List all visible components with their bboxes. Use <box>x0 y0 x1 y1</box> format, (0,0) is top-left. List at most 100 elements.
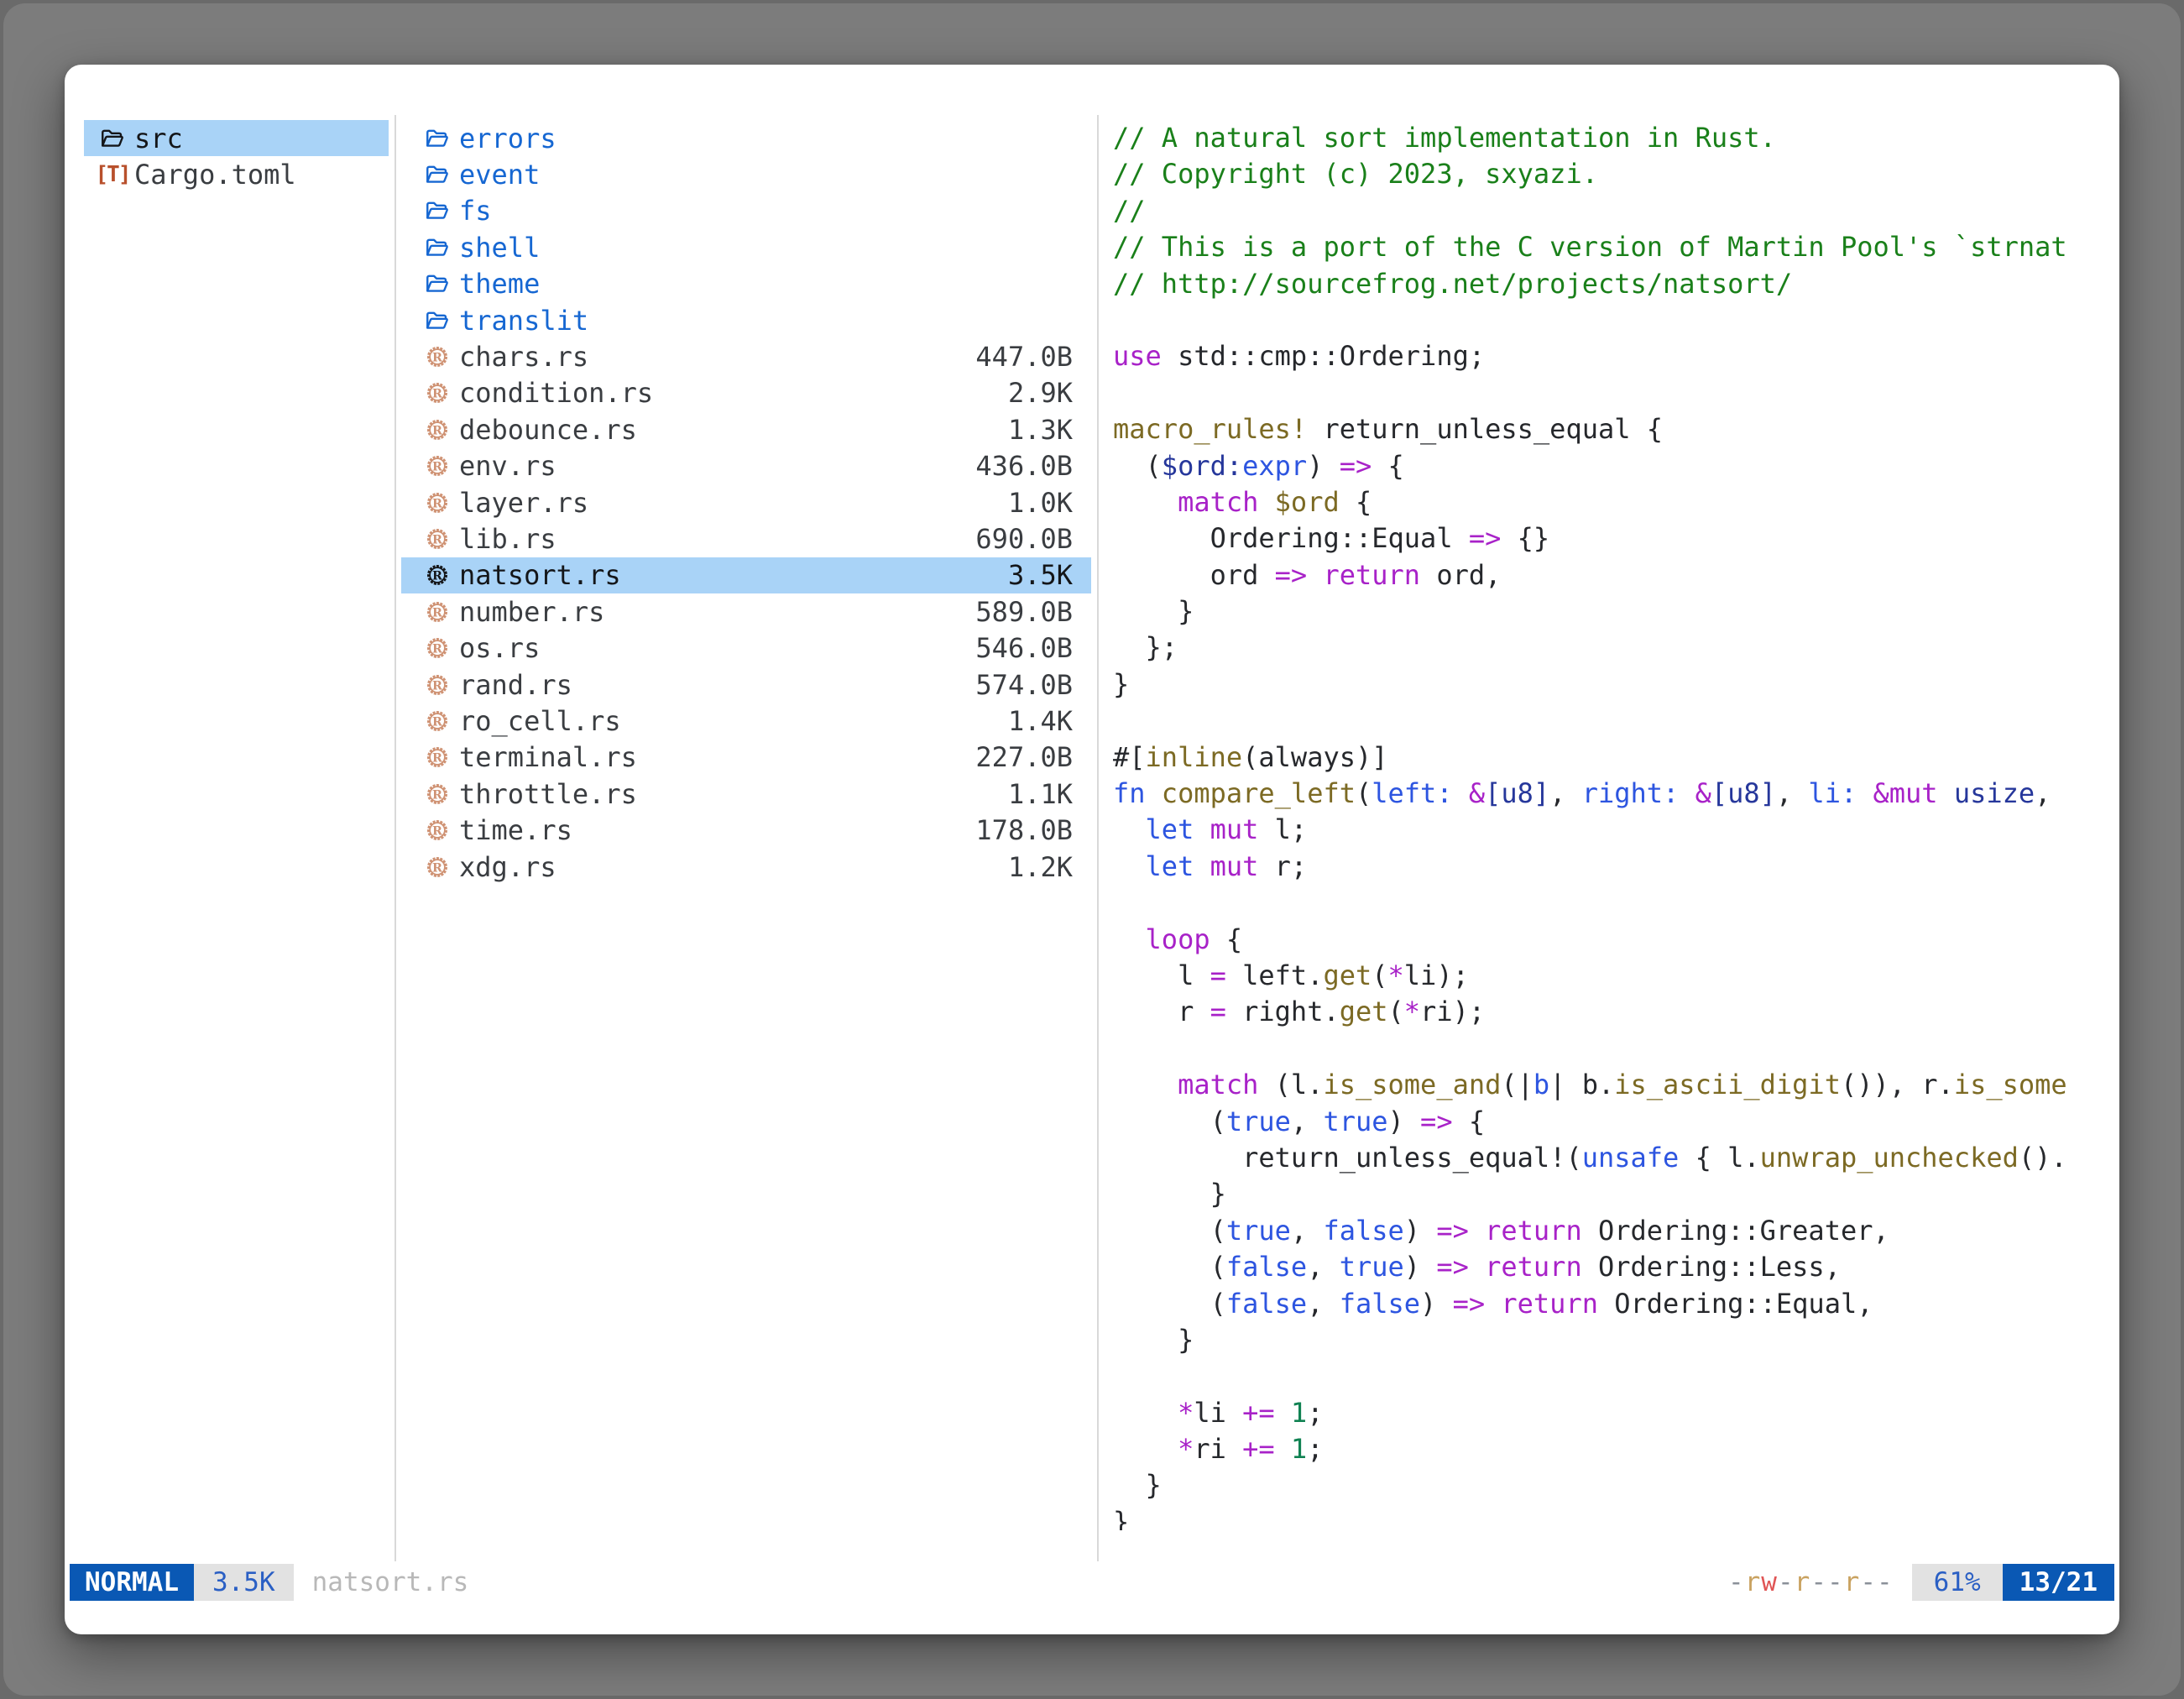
code-token: // A natural sort implementation in Rust… <box>1113 122 1776 154</box>
file-row[interactable]: [T]Cargo.toml <box>84 156 389 192</box>
permission-char: - <box>1827 1567 1844 1597</box>
code-token: += <box>1242 1397 1275 1429</box>
file-row[interactable]: Rnatsort.rs3.5K <box>401 557 1091 593</box>
code-token: // http://sourcefrog.net/projects/natsor… <box>1113 268 1792 300</box>
code-line <box>1113 703 2119 739</box>
code-token: 1 <box>1291 1397 1307 1429</box>
rust-file-icon: R <box>424 635 451 661</box>
folder-row[interactable]: translit <box>401 302 1091 338</box>
file-row[interactable]: Rcondition.rs2.9K <box>401 375 1091 411</box>
code-line: ($ord:expr) => { <box>1113 448 2119 484</box>
code-token <box>1275 1433 1291 1465</box>
code-token: is_some_and <box>1323 1069 1501 1100</box>
code-token <box>1113 923 1146 955</box>
folder-row[interactable]: theme <box>401 266 1091 302</box>
file-row[interactable]: Renv.rs436.0B <box>401 448 1091 484</box>
code-line: (true, false) => return Ordering::Greate… <box>1113 1213 2119 1249</box>
file-row[interactable]: Rterminal.rs227.0B <box>401 740 1091 776</box>
code-token: => <box>1275 559 1308 591</box>
code-token <box>1275 1397 1291 1429</box>
rust-file-icon: R <box>424 708 451 734</box>
code-token <box>1113 1397 1178 1429</box>
permission-char: r <box>1745 1567 1762 1597</box>
code-token: => <box>1436 1251 1469 1283</box>
code-token: , <box>1291 1215 1324 1247</box>
entry-name: os.rs <box>459 632 540 664</box>
code-token: , <box>1307 1251 1340 1283</box>
code-token: expr <box>1242 450 1307 482</box>
svg-text:R: R <box>432 388 443 401</box>
code-token: match <box>1178 1069 1258 1100</box>
code-token <box>1258 486 1274 518</box>
code-token: Ordering::Equal, <box>1598 1288 1873 1320</box>
entry-size: 546.0B <box>975 632 1073 664</box>
code-token: mut <box>1210 850 1259 882</box>
svg-text:R: R <box>432 424 443 437</box>
code-token: ( <box>1388 996 1404 1027</box>
folder-row[interactable]: src <box>84 120 389 156</box>
file-row[interactable]: Ros.rs 546.0B <box>401 630 1091 666</box>
file-row[interactable]: Rnumber.rs589.0B <box>401 593 1091 630</box>
code-token: return <box>1485 1251 1582 1283</box>
code-token: 1 <box>1291 1433 1307 1465</box>
code-line: } <box>1113 1467 2119 1503</box>
file-row[interactable]: Rchars.rs447.0B <box>401 338 1091 374</box>
code-token: ( <box>1113 1251 1226 1283</box>
entry-name: time.rs <box>459 814 572 846</box>
code-token: { <box>1453 1106 1486 1137</box>
code-token: left. <box>1226 959 1324 991</box>
code-token: & <box>1469 777 1485 809</box>
code-token: ( <box>1113 450 1162 482</box>
code-token <box>1453 777 1469 809</box>
code-token: ( <box>1356 777 1372 809</box>
file-row[interactable]: Rthrottle.rs1.1K <box>401 776 1091 812</box>
code-token: true <box>1226 1215 1291 1247</box>
file-row[interactable]: Rdebounce.rs1.3K <box>401 411 1091 447</box>
rust-file-icon: R <box>424 744 451 771</box>
svg-text:R: R <box>432 715 443 729</box>
code-token: use <box>1113 340 1162 372</box>
code-token: , <box>1776 777 1809 809</box>
code-token: &mut <box>1873 777 1937 809</box>
file-row[interactable]: Rlib.rs690.0B <box>401 520 1091 557</box>
code-token: Ordering::Equal <box>1113 522 1469 554</box>
code-token: { <box>1340 486 1372 518</box>
file-row[interactable]: Rxdg.rs1.2K <box>401 849 1091 885</box>
yazi-file-manager-window: src[T]Cargo.toml errorseventfsshelltheme… <box>65 65 2119 1634</box>
folder-row[interactable]: fs <box>401 193 1091 229</box>
code-token: => <box>1420 1106 1453 1137</box>
code-token: (). <box>2019 1142 2067 1174</box>
code-token: usize <box>1954 777 2035 809</box>
code-line: match $ord { <box>1113 484 2119 520</box>
permission-char: - <box>1877 1567 1894 1597</box>
entry-size: 2.9K <box>1008 377 1073 409</box>
code-token: Ordering::Greater, <box>1582 1215 1889 1247</box>
folder-row[interactable]: errors <box>401 120 1091 156</box>
code-line: // A natural sort implementation in Rust… <box>1113 120 2119 156</box>
code-token: * <box>1404 996 1420 1027</box>
entry-name: natsort.rs <box>459 559 621 591</box>
folder-row[interactable]: event <box>401 156 1091 192</box>
file-row[interactable]: Rlayer.rs1.0K <box>401 484 1091 520</box>
file-row[interactable]: Rtime.rs178.0B <box>401 812 1091 848</box>
code-token <box>1679 777 1695 809</box>
code-token: r <box>1113 996 1210 1027</box>
code-token: false <box>1226 1288 1307 1320</box>
code-token: return <box>1501 1288 1598 1320</box>
folder-open-icon <box>424 307 451 334</box>
code-token: right: <box>1582 777 1680 809</box>
code-token: } <box>1113 1506 1129 1530</box>
code-token: ri); <box>1420 996 1485 1027</box>
folder-row[interactable]: shell <box>401 229 1091 265</box>
code-token: // Copyright (c) 2023, sxyazi. <box>1113 158 1598 190</box>
code-token: => <box>1340 450 1372 482</box>
code-line: } <box>1113 1504 2119 1530</box>
rust-file-icon: R <box>424 781 451 808</box>
status-spacer <box>468 1564 1728 1601</box>
code-line: // This is a port of the C version of Ma… <box>1113 229 2119 265</box>
file-row[interactable]: Rro_cell.rs1.4K <box>401 703 1091 739</box>
code-token: += <box>1242 1433 1275 1465</box>
svg-text:R: R <box>432 606 443 619</box>
entry-size: 178.0B <box>975 814 1073 846</box>
file-row[interactable]: Rrand.rs574.0B <box>401 667 1091 703</box>
